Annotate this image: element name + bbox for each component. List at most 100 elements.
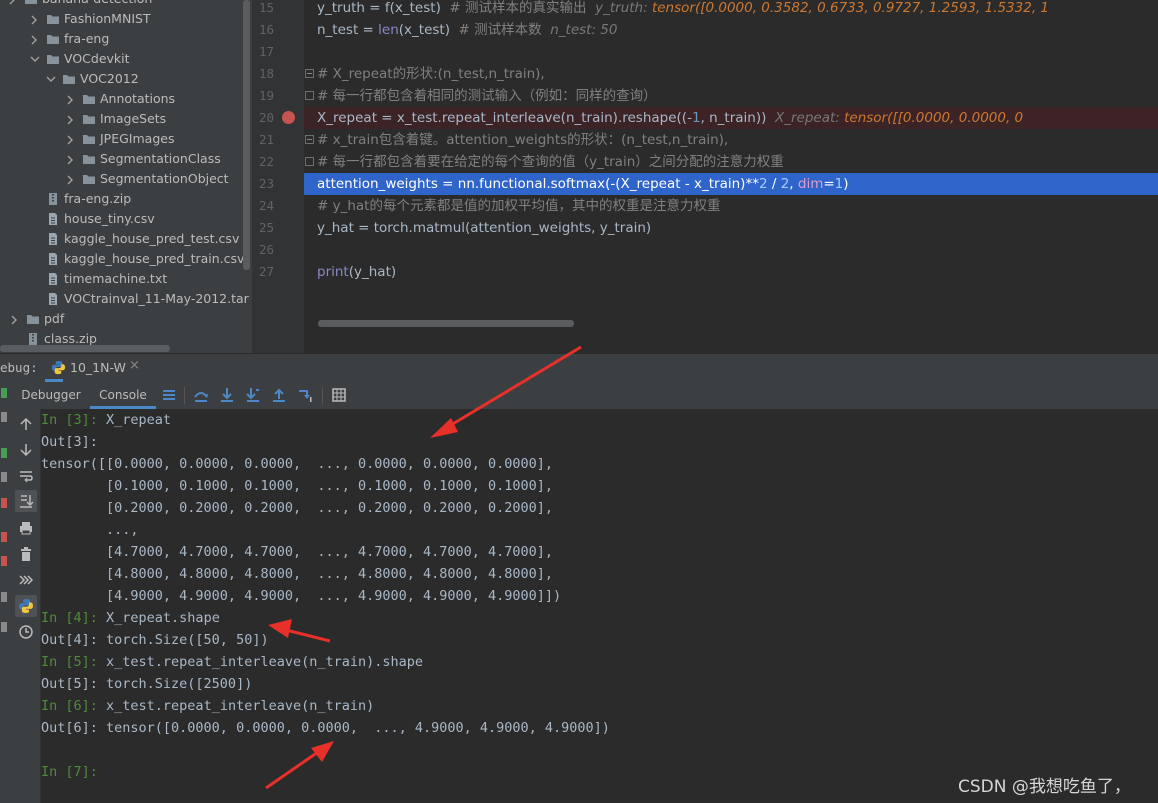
chevron-right-icon[interactable] xyxy=(66,169,80,189)
tree-item[interactable]: SegmentationObject xyxy=(0,169,240,189)
history-icon[interactable] xyxy=(18,624,34,640)
console-line: ..., xyxy=(41,519,139,541)
tree-item[interactable]: house_tiny.csv xyxy=(0,209,240,229)
line-number: 17 xyxy=(258,44,274,59)
python-icon xyxy=(51,360,66,375)
tree-item[interactable]: banana-detection xyxy=(0,0,240,9)
pin-icon[interactable] xyxy=(1,622,7,632)
folder-icon xyxy=(47,55,59,64)
tree-item[interactable]: VOC2012 xyxy=(0,69,240,89)
editor-horizontal-scrollbar[interactable] xyxy=(318,320,574,327)
show-command-queue-icon[interactable] xyxy=(18,572,34,588)
scroll-to-end-toggle[interactable] xyxy=(15,490,37,512)
step-out-icon[interactable] xyxy=(271,387,287,403)
tree-item[interactable]: kaggle_house_pred_train.csv xyxy=(0,249,244,269)
show-variables-toggle[interactable] xyxy=(15,595,37,617)
tab-debugger[interactable]: Debugger xyxy=(16,382,86,409)
arrow-down-icon[interactable] xyxy=(18,442,34,458)
console-prompt: In [6]: xyxy=(41,698,107,714)
settings-icon[interactable] xyxy=(1,592,7,602)
code-line-23: attention_weights = nn.functional.softma… xyxy=(304,173,1158,195)
fold-marker-icon[interactable] xyxy=(305,69,314,78)
line-number: 20 xyxy=(258,110,274,125)
tree-item[interactable]: Annotations xyxy=(0,89,240,109)
resume-icon[interactable] xyxy=(1,388,7,398)
debug-label: ebug: xyxy=(0,360,38,375)
tree-vertical-scrollbar[interactable] xyxy=(243,0,250,270)
tree-item[interactable]: FashionMNIST xyxy=(0,9,240,29)
archive-icon xyxy=(49,193,57,205)
console-line: Out[4]: torch.Size([50, 50]) xyxy=(41,629,269,651)
debug-tool-window-header: ebug: 10_1N-W × xyxy=(0,353,1158,383)
folder-icon xyxy=(47,15,59,24)
tree-item[interactable]: fra-eng.zip xyxy=(0,189,240,209)
console-line: Out[3]: xyxy=(41,431,98,453)
step-into-icon[interactable] xyxy=(219,387,235,403)
mute-breakpoints-icon[interactable] xyxy=(1,556,7,566)
tree-item[interactable]: pdf xyxy=(0,309,240,329)
chevron-right-icon[interactable] xyxy=(66,89,80,109)
menu-icon[interactable] xyxy=(161,387,177,403)
console-line: Out[5]: torch.Size([2500]) xyxy=(41,673,252,695)
code-line-27: print(y_hat) xyxy=(317,264,397,280)
chevron-right-icon[interactable] xyxy=(8,0,22,9)
chevron-right-icon[interactable] xyxy=(66,109,80,129)
tree-item[interactable]: kaggle_house_pred_test.csv xyxy=(0,229,240,249)
console-output[interactable]: In [3]: X_repeat Out[3]: tensor([[0.0000, … xyxy=(41,409,1158,803)
project-tree: banana-detection FashionMNIST fra-eng VOCde… xyxy=(0,0,252,353)
chevron-down-icon[interactable] xyxy=(30,49,44,69)
fold-end-icon[interactable] xyxy=(305,157,314,166)
folder-icon xyxy=(63,75,75,84)
resume-icon[interactable] xyxy=(1,448,7,458)
console-text: tensor([[0.0000, 0.0000, 0.0000, ..., 0.… xyxy=(41,456,554,472)
rerun-icon[interactable] xyxy=(1,412,7,422)
run-configuration-tab[interactable]: 10_1N-W × xyxy=(45,354,140,382)
tree-item-label: VOC2012 xyxy=(80,71,139,86)
chevron-right-icon[interactable] xyxy=(10,309,24,329)
tree-item[interactable]: ImageSets xyxy=(0,109,240,129)
fold-marker-icon[interactable] xyxy=(305,135,314,144)
tree-item[interactable]: fra-eng xyxy=(0,29,240,49)
tree-item[interactable]: timemachine.txt xyxy=(0,269,240,289)
print-icon[interactable] xyxy=(18,520,34,536)
run-to-cursor-icon[interactable] xyxy=(297,387,313,403)
chevron-down-icon[interactable] xyxy=(46,69,60,89)
tree-item-label: Annotations xyxy=(100,91,176,106)
arrow-up-icon[interactable] xyxy=(18,416,34,432)
console-line: In [4]: X_repeat.shape xyxy=(41,607,220,629)
tree-item-label: fra-eng.zip xyxy=(64,191,132,206)
fold-end-icon[interactable] xyxy=(305,91,314,100)
chevron-right-icon[interactable] xyxy=(66,129,80,149)
tab-console[interactable]: Console xyxy=(90,382,156,409)
step-into-my-code-icon[interactable] xyxy=(245,387,261,403)
soft-wrap-icon[interactable] xyxy=(18,468,34,484)
line-number: 23 xyxy=(258,176,274,191)
evaluate-expression-icon[interactable] xyxy=(331,387,347,403)
code-line-22: # 每一行都包含着要在给定的每个查询的值（y_train）之间分配的注意力权重 xyxy=(304,151,1158,173)
chevron-right-icon[interactable] xyxy=(30,29,44,49)
step-over-icon[interactable] xyxy=(193,387,209,403)
trash-icon[interactable] xyxy=(18,546,34,562)
tree-horizontal-scrollbar[interactable] xyxy=(0,345,170,352)
debug-toolbar: Debugger Console xyxy=(0,382,1158,410)
console-line: tensor([[0.0000, 0.0000, 0.0000, ..., 0.… xyxy=(41,453,553,475)
tree-item[interactable]: VOCdevkit xyxy=(0,49,240,69)
close-icon[interactable]: × xyxy=(129,358,140,373)
chevron-right-icon[interactable] xyxy=(66,149,80,169)
console-prompt: In [4]: xyxy=(41,610,107,626)
console-line: [4.9000, 4.9000, 4.9000, ..., 4.9000, 4.… xyxy=(41,585,561,607)
folder-icon xyxy=(83,135,95,144)
breakpoints-icon[interactable] xyxy=(1,532,7,542)
stop-icon[interactable] xyxy=(1,498,7,508)
folder-icon xyxy=(27,315,39,324)
tree-item-label: ImageSets xyxy=(100,111,167,126)
code-editor[interactable]: y_truth = f(x_test) # 测试样本的真实输出 y_truth:… xyxy=(304,0,1158,353)
console-line: [4.8000, 4.8000, 4.8000, ..., 4.8000, 4.… xyxy=(41,563,553,585)
tree-item[interactable]: VOCtrainval_11-May-2012.tar xyxy=(0,289,249,309)
breakpoint-icon[interactable] xyxy=(282,111,295,124)
folder-icon xyxy=(83,155,95,164)
chevron-right-icon[interactable] xyxy=(30,9,44,29)
tree-item[interactable]: JPEGImages xyxy=(0,129,240,149)
tree-item[interactable]: SegmentationClass xyxy=(0,149,240,169)
pause-icon[interactable] xyxy=(1,472,7,482)
